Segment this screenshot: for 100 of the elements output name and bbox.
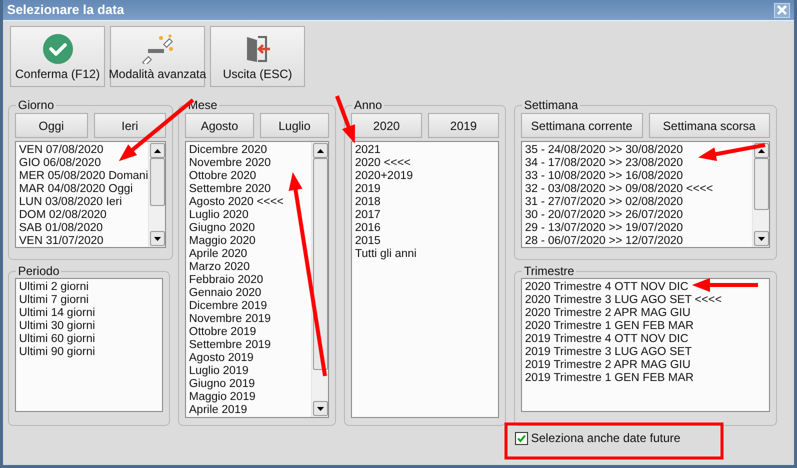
list-item[interactable]: 32 - 03/08/2020 >> 09/08/2020 <<<< [525,183,714,196]
quick-select-button[interactable]: Settimana scorsa [648,113,770,138]
scroll-down-button[interactable] [313,401,328,416]
list-item[interactable]: 30 - 20/07/2020 >> 26/07/2020 [525,209,683,222]
list-item[interactable]: Ottobre 2020 [189,170,256,183]
list-item[interactable]: Ultimi 60 giorni [19,333,96,346]
list-item[interactable]: 2021 [355,144,381,157]
list-box[interactable] [521,141,770,248]
list-item[interactable]: Febbraio 2020 [189,274,264,287]
list-item[interactable]: 2019 Trimestre 4 OTT NOV DIC [525,333,688,346]
list-item[interactable]: 2020+2019 [355,170,413,183]
group-title: Periodo [17,264,60,278]
list-item[interactable]: DOM 02/08/2020 [19,209,107,222]
list-item[interactable]: 2020 Trimestre 3 LUG AGO SET <<<< [525,294,722,307]
list-item[interactable]: 29 - 13/07/2020 >> 19/07/2020 [525,222,683,235]
quick-select-button[interactable]: Agosto [185,113,254,138]
list-box[interactable]: Ultimi 2 giorni Ultimi 7 giorni Ultimi 14 giorni Ultimi 30 giorni Ultimi 60 giorni Ultimi 90 giorni [15,278,163,412]
toolbar-button[interactable]: Uscita (ESC) [210,26,305,87]
list-item[interactable]: 35 - 24/08/2020 >> 30/08/2020 [525,144,683,157]
list-item[interactable]: Ultimi 30 giorni [19,320,96,333]
list-item[interactable]: 2020 Trimestre 4 OTT NOV DIC [525,281,688,294]
close-button[interactable] [774,2,790,18]
list-item[interactable]: 34 - 17/08/2020 >> 23/08/2020 [525,157,683,170]
list-item[interactable]: GIO 06/08/2020 [19,157,101,170]
list-item[interactable]: Novembre 2019 [189,313,271,326]
quick-select-button[interactable]: Ieri [94,113,166,138]
checkbox[interactable] [515,432,528,444]
annotation-arrow [692,278,758,292]
list-item[interactable]: 2020 Trimestre 2 APR MAG GIU [525,307,691,320]
list-item[interactable]: Novembre 2020 [189,157,271,170]
scroll-thumb[interactable] [313,158,328,370]
list-item[interactable]: MER 05/08/2020 Domani [19,170,148,183]
scrollbar[interactable] [752,142,769,247]
list-item[interactable]: 2017 [355,209,381,222]
list-item[interactable]: VEN 31/07/2020 [19,235,104,247]
list-item[interactable]: Giugno 2019 [189,378,255,391]
quick-select-button[interactable]: Luglio [260,113,329,138]
group-title: Giorno [17,98,56,112]
scroll-up-button[interactable] [150,143,166,158]
arrow-up-icon [154,148,162,152]
list-box[interactable]: VEN 07/08/2020 GIO 06/08/2020 MER 05/08/2020 Domani MAR 04/08/2020 Oggi LUN 03/08/2020 Ieri DOM 02/08/2020 SAB 01/08/2020 VEN 31/07/2020 [15,141,166,248]
list-item[interactable]: Ottobre 2019 [189,326,256,339]
group-title: Settimana [523,98,580,112]
list-item[interactable]: 28 - 06/07/2020 >> 12/07/2020 [525,235,683,247]
list-item[interactable]: 31 - 27/07/2020 >> 02/08/2020 [525,196,683,209]
list-item[interactable]: Settembre 2020 [189,183,271,196]
list-item[interactable]: Ultimi 2 giorni [19,281,89,294]
list-item[interactable]: Luglio 2019 [189,365,248,378]
list-item[interactable]: Dicembre 2019 [189,300,267,313]
list-item[interactable]: Aprile 2020 [189,248,248,261]
scroll-up-button[interactable] [313,143,328,158]
scrollbar[interactable] [311,142,328,417]
arrow-up-icon [317,148,324,152]
list-box[interactable] [185,141,329,418]
list-item[interactable]: 33 - 10/08/2020 >> 16/08/2020 [525,170,683,183]
list-item[interactable]: Ultimi 14 giorni [19,307,96,320]
list-item[interactable]: Maggio 2020 [189,235,256,248]
scrollbar[interactable] [148,142,166,247]
list-item[interactable]: Aprile 2019 [189,404,248,417]
scroll-thumb[interactable] [150,158,166,206]
list-item[interactable]: Dicembre 2020 [189,144,267,157]
arrow-down-icon [758,236,765,240]
list-item[interactable]: SAB 01/08/2020 [19,222,103,235]
list-item[interactable]: Gennaio 2020 [189,287,262,300]
list-item[interactable]: Tutti gli anni [355,248,417,261]
scroll-down-button[interactable] [754,231,769,246]
toolbar-button[interactable]: Conferma (F12) [10,26,105,87]
list-item[interactable]: 2020 Trimestre 1 GEN FEB MAR [525,320,694,333]
list-item[interactable]: 2015 [355,235,381,248]
magic-wand-icon [142,34,174,64]
list-item[interactable]: 2019 Trimestre 3 LUG AGO SET [525,346,692,359]
list-item[interactable]: Ultimi 90 giorni [19,346,96,359]
list-item[interactable]: Marzo 2020 [189,261,250,274]
list-item[interactable]: LUN 03/08/2020 Ieri [19,196,122,209]
scroll-thumb[interactable] [754,158,769,210]
quick-select-button[interactable]: Settimana corrente [521,113,642,138]
list-item[interactable]: VEN 07/08/2020 [19,144,104,157]
list-item[interactable]: 2016 [355,222,381,235]
scroll-down-button[interactable] [150,231,166,246]
quick-select-button[interactable]: Oggi [15,113,88,138]
list-item[interactable]: Giugno 2020 [189,222,255,235]
list-box[interactable] [521,278,770,412]
list-item[interactable]: 2018 [355,196,381,209]
quick-select-button[interactable]: 2020 [351,113,422,138]
list-item[interactable]: Luglio 2020 [189,209,248,222]
list-item[interactable]: Ultimi 7 giorni [19,294,89,307]
quick-select-button[interactable]: 2019 [428,113,499,138]
check-icon [517,434,526,442]
list-item[interactable]: Agosto 2020 <<<< [189,196,284,209]
list-item[interactable]: MAR 04/08/2020 Oggi [19,183,133,196]
list-item[interactable]: 2019 [355,183,381,196]
list-box[interactable]: 2021 2020 <<<< 2020+2019 2019 2018 2017 2016 2015 Tutti gli anni [351,141,499,418]
list-item[interactable]: Maggio 2019 [189,391,256,404]
list-item[interactable]: 2019 Trimestre 2 APR MAG GIU [525,359,691,372]
toolbar-button[interactable]: Modalità avanzata [110,26,205,87]
list-item[interactable]: Settembre 2019 [189,339,271,352]
arrow-down-icon [317,406,324,410]
list-item[interactable]: 2020 <<<< [355,157,411,170]
list-item[interactable]: Agosto 2019 [189,352,254,365]
list-item[interactable]: 2019 Trimestre 1 GEN FEB MAR [525,372,694,385]
